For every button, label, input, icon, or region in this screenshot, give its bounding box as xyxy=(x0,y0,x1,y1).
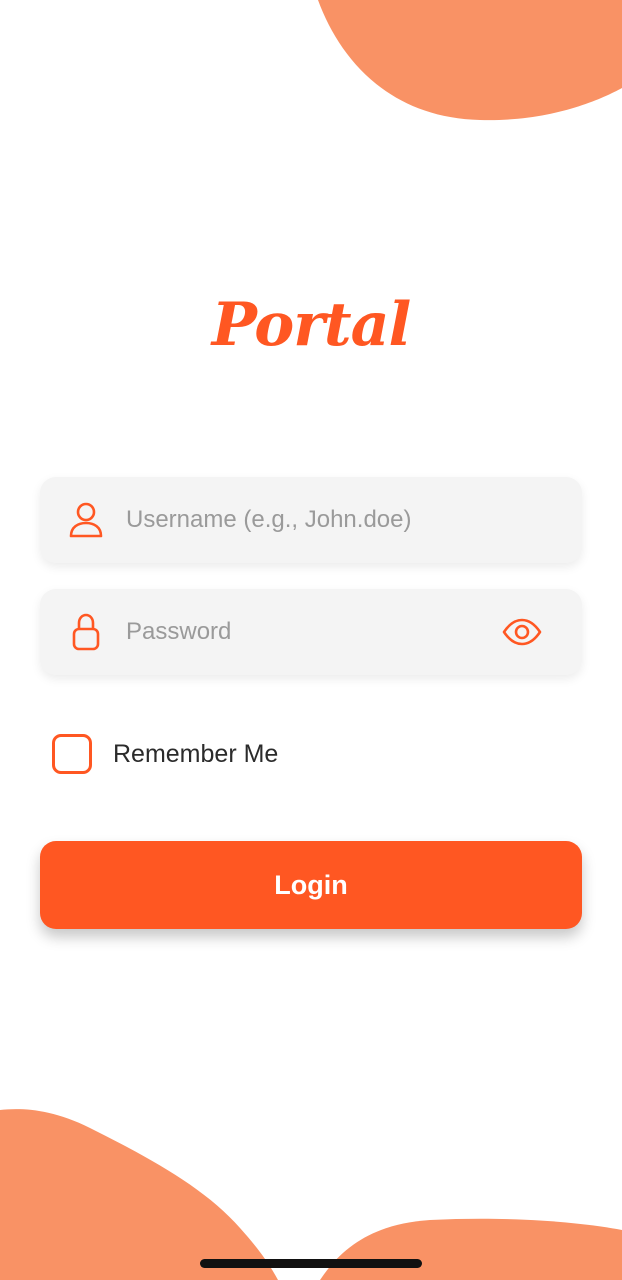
remember-me-checkbox[interactable] xyxy=(52,734,92,774)
eye-icon[interactable] xyxy=(500,610,544,654)
remember-me-toggle[interactable]: Remember Me xyxy=(52,733,278,775)
decorative-blob-bottom-left xyxy=(0,1109,278,1280)
remember-me-label: Remember Me xyxy=(113,739,279,768)
home-indicator xyxy=(200,1259,422,1268)
login-button[interactable]: Login xyxy=(40,841,582,929)
username-field[interactable] xyxy=(40,477,582,563)
decorative-blob-top-right xyxy=(318,0,622,121)
password-field[interactable] xyxy=(40,589,582,675)
decorative-blob-bottom-right xyxy=(320,1218,622,1280)
username-input[interactable] xyxy=(106,477,582,563)
password-input[interactable] xyxy=(106,589,500,675)
user-icon xyxy=(66,500,106,540)
app-logo-title: Portal xyxy=(211,290,412,360)
login-screen: Portal Remember Me Login xyxy=(0,0,622,1280)
lock-icon xyxy=(66,612,106,652)
